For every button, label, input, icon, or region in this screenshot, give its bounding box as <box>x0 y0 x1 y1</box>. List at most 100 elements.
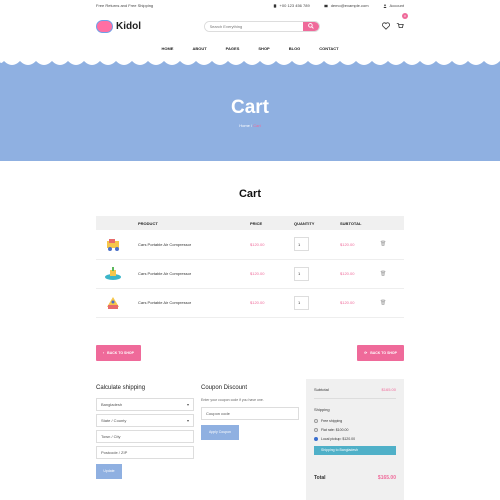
total-row: Total $165.00 <box>314 475 396 481</box>
product-price: $120.00 <box>250 271 265 276</box>
cart-icon <box>396 23 404 28</box>
zip-placeholder: Postcode / ZIP <box>101 449 128 455</box>
account-link[interactable]: Account <box>382 3 404 8</box>
zip-input[interactable]: Postcode / ZIP <box>96 445 194 459</box>
main-nav: HOME ABOUT PAGES SHOP BLOG CONTACT <box>0 41 500 55</box>
product-name[interactable]: Cars Portable Air Compressor <box>138 230 250 259</box>
breadcrumb-current: Cart <box>253 123 261 128</box>
table-row: Cars Portable Air Compressor $120.00 1 $… <box>96 288 404 317</box>
trash-icon[interactable]: 🗑 <box>380 241 386 247</box>
phone-icon <box>273 3 276 8</box>
phone-info[interactable]: +00 123 456 789 <box>273 3 310 8</box>
col-price: PRICE <box>250 220 263 226</box>
shipping-option-label: Local pickup: $120.00 <box>321 436 356 441</box>
search-input[interactable] <box>204 21 303 31</box>
quantity-input[interactable]: 1 <box>294 295 309 310</box>
coupon-section: Coupon Discount Enter your coupon code i… <box>201 385 299 500</box>
product-subtotal: $120.00 <box>340 300 355 305</box>
nav-item-contact[interactable]: CONTACT <box>319 46 338 51</box>
subtotal-value: $165.00 <box>381 386 396 392</box>
col-product: PRODUCT <box>138 220 158 226</box>
cart-table: PRODUCT PRICE QUANTITY SUBTOTAL Cars Por… <box>96 216 404 318</box>
phone-text: +00 123 456 789 <box>279 3 310 8</box>
mail-icon <box>324 4 328 7</box>
refresh-icon: ⟳ <box>364 350 368 355</box>
quantity-input[interactable]: 1 <box>294 266 309 281</box>
coupon-placeholder: Coupon code <box>206 410 230 416</box>
chevron-down-icon: ▾ <box>186 417 189 423</box>
coupon-note: Enter your coupon code if you have one. <box>201 397 264 402</box>
page-banner: Cart Home / Cart <box>0 57 500 161</box>
cart-button[interactable]: 0 <box>396 13 408 35</box>
breadcrumb-home[interactable]: Home <box>239 123 250 128</box>
email-info[interactable]: demo@example.com <box>324 3 369 8</box>
subtotal-row: Subtotal $165.00 <box>314 385 396 399</box>
arrow-left-icon: ‹ <box>103 350 105 355</box>
radio-selected-icon <box>314 436 318 441</box>
product-subtotal: $120.00 <box>340 241 355 247</box>
coupon-input[interactable]: Coupon code <box>201 406 299 420</box>
quantity-input[interactable]: 1 <box>294 237 309 252</box>
breadcrumb: Home / Cart <box>239 123 261 128</box>
promo-text: Free Returns and Free Shipping <box>96 3 154 8</box>
product-price: $120.00 <box>250 300 265 305</box>
total-label: Total <box>314 474 326 481</box>
product-image[interactable] <box>103 236 123 252</box>
cart-heading: Cart <box>238 188 261 200</box>
cart-count-badge: 0 <box>402 13 408 19</box>
logo[interactable]: Kidol <box>96 19 141 33</box>
city-input[interactable]: Town / City <box>96 429 194 443</box>
shipping-calc-title: Calculate shipping <box>96 384 146 391</box>
ship-to-button[interactable]: Shipping to Bangladesh <box>314 445 396 455</box>
shipping-option[interactable]: Local pickup: $120.00 <box>314 436 396 441</box>
state-select[interactable]: State / County ▾ <box>96 413 194 427</box>
page-title: Cart <box>230 97 269 118</box>
city-placeholder: Town / City <box>101 433 121 439</box>
table-header: PRODUCT PRICE QUANTITY SUBTOTAL <box>96 216 404 230</box>
product-image[interactable] <box>103 266 123 282</box>
search-icon <box>307 23 314 29</box>
trash-icon[interactable]: 🗑 <box>380 271 386 277</box>
scallop-border <box>0 57 500 65</box>
country-value: Bangladesh <box>101 401 123 407</box>
shipping-label: Shipping <box>314 406 330 412</box>
table-row: Cars Portable Air Compressor $120.00 1 $… <box>96 259 404 288</box>
shipping-option[interactable]: Flat rate: $100.00 <box>314 427 396 432</box>
heart-icon[interactable] <box>382 22 390 30</box>
logo-icon <box>96 19 113 33</box>
site-header: Kidol 0 <box>0 11 500 41</box>
country-select[interactable]: Bangladesh ▾ <box>96 397 194 411</box>
product-name[interactable]: Cars Portable Air Compressor <box>138 259 250 288</box>
user-icon <box>382 3 387 8</box>
shipping-option[interactable]: Free shipping <box>314 418 396 423</box>
search-box <box>203 20 320 32</box>
update-shipping-button[interactable]: Update <box>96 463 122 479</box>
product-subtotal: $120.00 <box>340 271 355 276</box>
nav-item-home[interactable]: HOME <box>161 46 173 51</box>
total-value: $165.00 <box>377 474 396 481</box>
subtotal-label: Subtotal <box>314 386 329 392</box>
shipping-option-label: Free shipping <box>321 418 343 423</box>
product-price: $120.00 <box>250 241 265 247</box>
trash-icon[interactable]: 🗑 <box>380 300 386 306</box>
nav-item-about[interactable]: ABOUT <box>192 46 206 51</box>
product-name[interactable]: Cars Portable Air Compressor <box>138 288 250 317</box>
update-cart-label: BACK TO SHOP <box>370 350 397 355</box>
col-quantity: QUANTITY <box>294 220 315 226</box>
email-text: demo@example.com <box>330 3 369 8</box>
nav-item-pages[interactable]: PAGES <box>226 46 240 51</box>
shipping-option-label: Flat rate: $100.00 <box>321 427 349 432</box>
back-to-shop-button[interactable]: ‹ BACK TO SHOP <box>96 344 141 361</box>
table-row: Cars Portable Air Compressor $120.00 1 $… <box>96 230 404 259</box>
shipping-calculator: Calculate shipping Bangladesh ▾ State / C… <box>96 385 194 500</box>
radio-icon <box>314 418 318 423</box>
nav-item-blog[interactable]: BLOG <box>289 46 301 51</box>
col-subtotal: SUBTOTAL <box>340 220 362 226</box>
nav-item-shop[interactable]: SHOP <box>258 46 269 51</box>
brand-name: Kidol <box>116 20 141 32</box>
product-image[interactable] <box>103 295 123 311</box>
cart-summary: Subtotal $165.00 Shipping Free shipping … <box>306 378 404 500</box>
update-cart-button[interactable]: ⟳ BACK TO SHOP <box>357 344 404 361</box>
apply-coupon-button[interactable]: Apply Coupon <box>201 424 239 440</box>
search-button[interactable] <box>302 21 319 31</box>
